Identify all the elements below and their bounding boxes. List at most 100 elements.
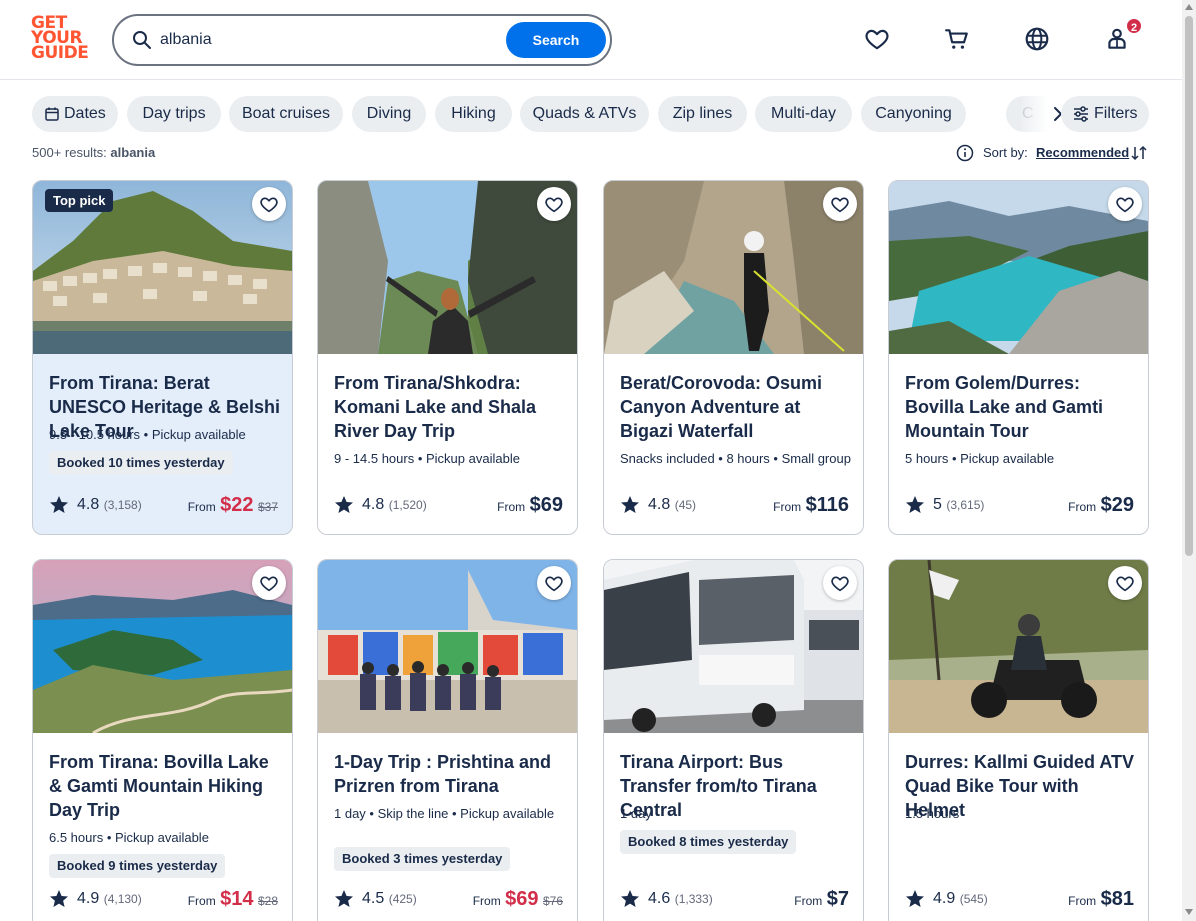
globe-icon[interactable] — [1024, 26, 1050, 52]
price-from-label: From — [1068, 500, 1097, 514]
activity-meta: 5 hours • Pickup available — [905, 451, 1055, 466]
star-icon — [335, 496, 353, 513]
price-amount: $69 — [529, 494, 563, 516]
chip-multi-day[interactable]: Multi-day — [755, 96, 852, 132]
filters-button[interactable]: Filters — [1061, 96, 1149, 132]
price-amount: $14 — [220, 888, 254, 910]
review-count: (3,158) — [103, 498, 142, 512]
wishlist-button[interactable] — [252, 187, 286, 221]
activity-card[interactable]: Tirana Airport: Bus Transfer from/to Tir… — [603, 559, 864, 921]
activity-title[interactable]: Berat/Corovoda: Osumi Canyon Adventure a… — [620, 371, 852, 443]
review-count: (1,520) — [388, 498, 427, 512]
chip-truncated[interactable]: C — [1006, 96, 1048, 132]
scroll-thumb[interactable] — [1185, 16, 1193, 556]
chip-day-trips[interactable]: Day trips — [127, 96, 221, 132]
heart-icon — [260, 197, 278, 213]
filters-label: Filters — [1094, 105, 1138, 122]
activity-card[interactable]: From Golem/Durres: Bovilla Lake and Gamt… — [888, 180, 1149, 535]
activity-title[interactable]: From Tirana/Shkodra: Komani Lake and Sha… — [334, 371, 566, 443]
star-icon — [50, 890, 68, 907]
results-count-text: 500+ results: — [32, 145, 107, 160]
chip-quads-atvs[interactable]: Quads & ATVs — [520, 96, 649, 132]
heart-icon — [1116, 197, 1134, 213]
price: From $81 — [1068, 888, 1134, 912]
chip-diving[interactable]: Diving — [352, 96, 426, 132]
activity-meta: Snacks included • 8 hours • Small group — [620, 451, 851, 466]
wishlist-button[interactable] — [1108, 566, 1142, 600]
rating-value: 4.5 — [362, 890, 385, 907]
info-icon[interactable] — [956, 144, 974, 162]
activity-card[interactable]: Durres: Kallmi Guided ATV Quad Bike Tour… — [888, 559, 1149, 921]
original-price: $76 — [542, 894, 563, 908]
price: From $116 — [773, 494, 849, 518]
activity-card[interactable]: From Tirana/Shkodra: Komani Lake and Sha… — [317, 180, 578, 535]
rating-value: 4.8 — [77, 496, 100, 513]
search-input[interactable] — [160, 26, 500, 54]
calendar-icon — [45, 107, 59, 121]
price-amount: $29 — [1100, 494, 1134, 516]
activity-meta: 1 day — [620, 806, 652, 821]
rating-value: 4.8 — [362, 496, 385, 513]
price-amount: $81 — [1100, 888, 1134, 910]
activity-title[interactable]: From Golem/Durres: Bovilla Lake and Gamt… — [905, 371, 1137, 443]
price-from-label: From — [187, 500, 216, 514]
price-amount: $7 — [826, 888, 849, 910]
heart-icon — [545, 197, 563, 213]
star-icon — [621, 890, 639, 907]
wishlist-button[interactable] — [823, 566, 857, 600]
cart-icon[interactable] — [944, 26, 970, 52]
activity-meta: 9.5 - 10.5 hours • Pickup available — [49, 427, 246, 442]
star-icon — [621, 496, 639, 513]
star-icon — [50, 496, 68, 513]
original-price: $28 — [257, 894, 278, 908]
price: From $14 $28 — [188, 888, 278, 912]
price-from-label: From — [497, 500, 526, 514]
star-icon — [906, 496, 924, 513]
booked-badge: Booked 3 times yesterday — [334, 847, 511, 871]
price-from-label: From — [773, 500, 802, 514]
price-from-label: From — [187, 894, 216, 908]
sort-dropdown[interactable]: Recommended — [1036, 145, 1129, 160]
wishlist-button[interactable] — [1108, 187, 1142, 221]
booked-badge: Booked 9 times yesterday — [49, 854, 226, 878]
heart-icon — [1116, 576, 1134, 592]
top-header: GET YOUR GUIDE Search 2 — [0, 0, 1182, 80]
results-query: albania — [110, 145, 156, 160]
chip-label: Dates — [64, 105, 106, 122]
activity-card[interactable]: From Tirana: Bovilla Lake & Gamti Mounta… — [32, 559, 293, 921]
activity-card[interactable]: 1-Day Trip : Prishtina and Prizren from … — [317, 559, 578, 921]
sort-arrows-icon[interactable] — [1131, 145, 1147, 161]
scroll-down-arrow[interactable] — [1185, 909, 1193, 915]
wishlist-button[interactable] — [823, 187, 857, 221]
page-scrollbar[interactable] — [1182, 0, 1196, 921]
rating-value: 4.9 — [933, 890, 956, 907]
price-amount: $116 — [805, 494, 849, 516]
review-count: (425) — [388, 892, 417, 906]
scroll-up-arrow[interactable] — [1185, 4, 1193, 10]
activity-title[interactable]: From Tirana: Bovilla Lake & Gamti Mounta… — [49, 750, 281, 822]
star-icon — [335, 890, 353, 907]
chip-hiking[interactable]: Hiking — [435, 96, 512, 132]
review-count: (4,130) — [103, 892, 142, 906]
activity-card[interactable]: Top pick From Tirana: Berat UNESCO Herit… — [32, 180, 293, 535]
chip-boat-cruises[interactable]: Boat cruises — [229, 96, 343, 132]
review-count: (45) — [674, 498, 697, 512]
chip-dates[interactable]: Dates — [32, 96, 118, 132]
activity-card[interactable]: Berat/Corovoda: Osumi Canyon Adventure a… — [603, 180, 864, 535]
logo-line-3: GUIDE — [31, 43, 89, 63]
top-pick-badge: Top pick — [45, 189, 114, 212]
chip-canyoning[interactable]: Canyoning — [861, 96, 966, 132]
wishlist-button[interactable] — [252, 566, 286, 600]
price-amount: $69 — [505, 888, 539, 910]
booked-badge: Booked 8 times yesterday — [620, 830, 797, 854]
wishlist-button[interactable] — [537, 566, 571, 600]
review-count: (545) — [959, 892, 988, 906]
rating-value: 5 — [933, 496, 942, 513]
getyourguide-logo[interactable]: GET YOUR GUIDE — [31, 15, 91, 64]
heart-icon[interactable] — [864, 26, 890, 52]
wishlist-button[interactable] — [537, 187, 571, 221]
search-button[interactable]: Search — [506, 22, 606, 58]
chip-zip-lines[interactable]: Zip lines — [658, 96, 747, 132]
activity-title[interactable]: 1-Day Trip : Prishtina and Prizren from … — [334, 750, 566, 798]
search-bar: Search — [112, 14, 612, 66]
